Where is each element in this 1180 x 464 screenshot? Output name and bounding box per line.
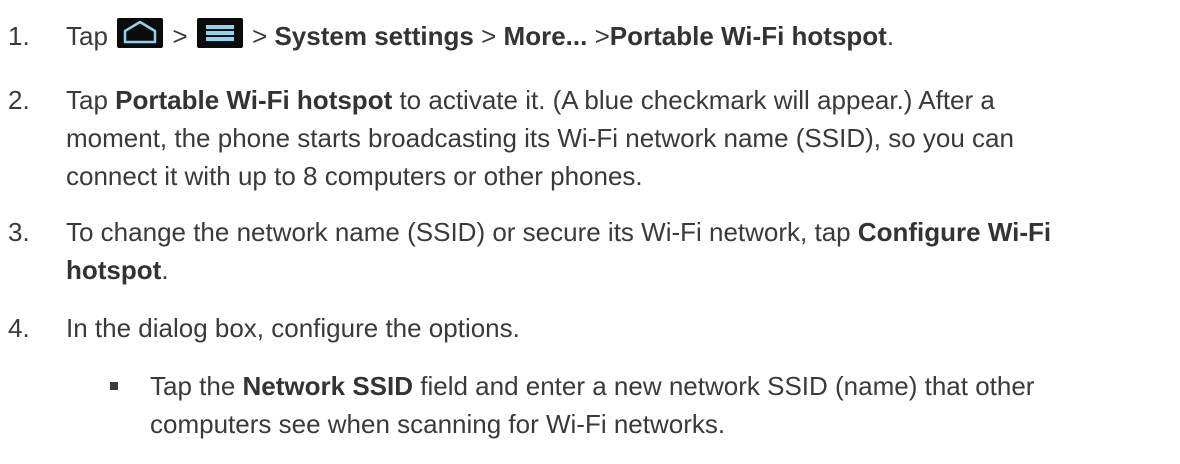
separator: > bbox=[172, 21, 188, 51]
bullet-marker bbox=[110, 382, 118, 390]
text-line: connect it with up to 8 computers or oth… bbox=[66, 161, 643, 191]
step-number: 4. bbox=[8, 313, 30, 343]
path-portable-hotspot: Portable Wi-Fi hotspot bbox=[609, 21, 887, 51]
step-number: 2. bbox=[8, 85, 30, 115]
step-text: In the dialog box, configure the options… bbox=[66, 313, 520, 343]
bullet-item: Tap the Network SSID field and enter a n… bbox=[150, 367, 1170, 443]
tap-label: Tap bbox=[66, 21, 108, 51]
menu-icon bbox=[196, 18, 243, 48]
text-segment: to activate it. (A blue checkmark will a… bbox=[392, 85, 995, 115]
configure-hotspot-term: Configure Wi-Fi bbox=[857, 217, 1052, 247]
separator: > bbox=[252, 21, 268, 51]
step-number: 3. bbox=[8, 217, 30, 247]
network-ssid-term: Network SSID bbox=[242, 371, 414, 401]
home-icon bbox=[117, 18, 164, 48]
text-line: computers see when scanning for Wi-Fi ne… bbox=[150, 409, 726, 439]
text-segment: Tap the bbox=[150, 371, 243, 401]
period: . bbox=[161, 255, 169, 285]
text-segment: field and enter a new network SSID (name… bbox=[413, 371, 1035, 401]
step-text: Tap > > System settings > More... >Porta… bbox=[66, 17, 1171, 55]
text-segment: Tap bbox=[66, 85, 116, 115]
separator: > bbox=[594, 21, 610, 51]
path-system-settings: System settings bbox=[274, 21, 474, 51]
step-text: To change the network name (SSID) or sec… bbox=[66, 213, 1171, 289]
text-line: moment, the phone starts broadcasting it… bbox=[66, 123, 1014, 153]
separator: > bbox=[481, 21, 497, 51]
path-more: More... bbox=[503, 21, 588, 51]
text-segment: To change the network name (SSID) or sec… bbox=[66, 217, 858, 247]
period: . bbox=[886, 21, 895, 51]
step-text: Tap Portable Wi-Fi hotspot to activate i… bbox=[66, 81, 1171, 195]
portable-hotspot-term: Portable Wi-Fi hotspot bbox=[115, 85, 393, 115]
step-number: 1. bbox=[8, 21, 30, 51]
configure-hotspot-term-cont: hotspot bbox=[66, 255, 162, 285]
instructions-document: 1. Tap > > System settings > More... >Po… bbox=[0, 0, 1180, 464]
